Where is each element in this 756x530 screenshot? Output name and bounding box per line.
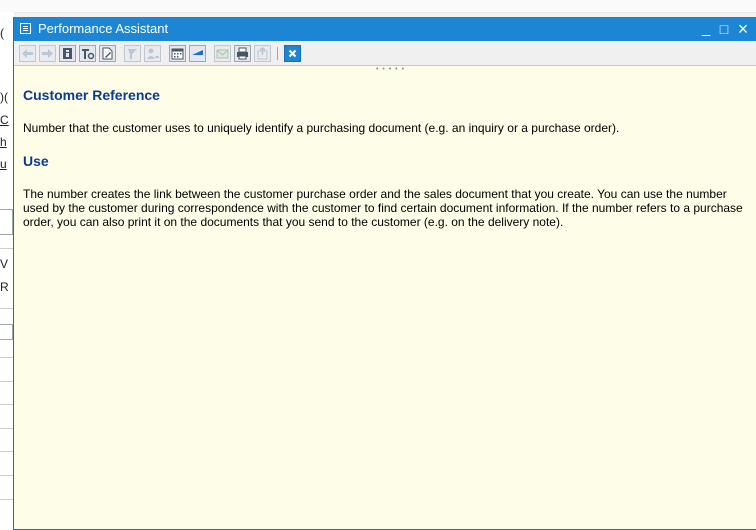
performance-assistant-window: Performance Assistant _ □ × • • • • • Cu… xyxy=(13,17,756,530)
user-button[interactable] xyxy=(144,45,161,62)
heading-use: Use xyxy=(23,153,49,169)
resize-sash-handle[interactable]: • • • • • xyxy=(376,66,405,73)
close-button[interactable]: × xyxy=(735,19,751,39)
technical-info-button[interactable] xyxy=(59,45,76,62)
heading-customer-reference: Customer Reference xyxy=(23,87,160,103)
export-button[interactable] xyxy=(254,45,271,62)
help-window-icon xyxy=(20,23,31,34)
export-icon xyxy=(257,47,268,60)
blue-flag-icon xyxy=(192,50,203,55)
email-button[interactable] xyxy=(214,45,231,62)
toolbar xyxy=(14,41,756,66)
back-icon xyxy=(22,49,33,58)
print-button[interactable] xyxy=(234,45,251,62)
help-pointer-button[interactable] xyxy=(124,45,141,62)
definition-paragraph: Number that the customer uses to uniquel… xyxy=(23,121,620,135)
forward-button[interactable] xyxy=(39,45,56,62)
edit-document-button[interactable] xyxy=(99,45,116,62)
flag-button[interactable] xyxy=(189,45,206,62)
window-title: Performance Assistant xyxy=(38,21,169,36)
close-help-icon xyxy=(288,49,297,58)
close-help-button[interactable] xyxy=(284,45,301,62)
calendar-button[interactable] xyxy=(169,45,186,62)
maximize-button[interactable]: □ xyxy=(716,19,732,39)
forward-icon xyxy=(42,49,53,58)
technical-info-icon xyxy=(63,48,72,59)
help-pointer-icon xyxy=(128,49,137,59)
email-icon xyxy=(216,49,229,59)
minimize-button[interactable]: _ xyxy=(698,19,714,39)
back-button[interactable] xyxy=(19,45,36,62)
calendar-icon xyxy=(171,48,184,60)
edit-document-icon xyxy=(102,47,113,60)
use-paragraph: The number creates the link between the … xyxy=(23,187,743,229)
settings-button[interactable] xyxy=(79,45,96,62)
print-icon xyxy=(237,47,248,60)
user-icon xyxy=(147,48,159,59)
title-bar[interactable]: Performance Assistant _ □ × xyxy=(14,17,756,41)
background-left-panel: ( )( C h u V R xyxy=(0,12,14,529)
background-header-strip xyxy=(0,0,756,13)
toolbar-separator xyxy=(277,47,278,60)
settings-icon xyxy=(82,49,95,60)
